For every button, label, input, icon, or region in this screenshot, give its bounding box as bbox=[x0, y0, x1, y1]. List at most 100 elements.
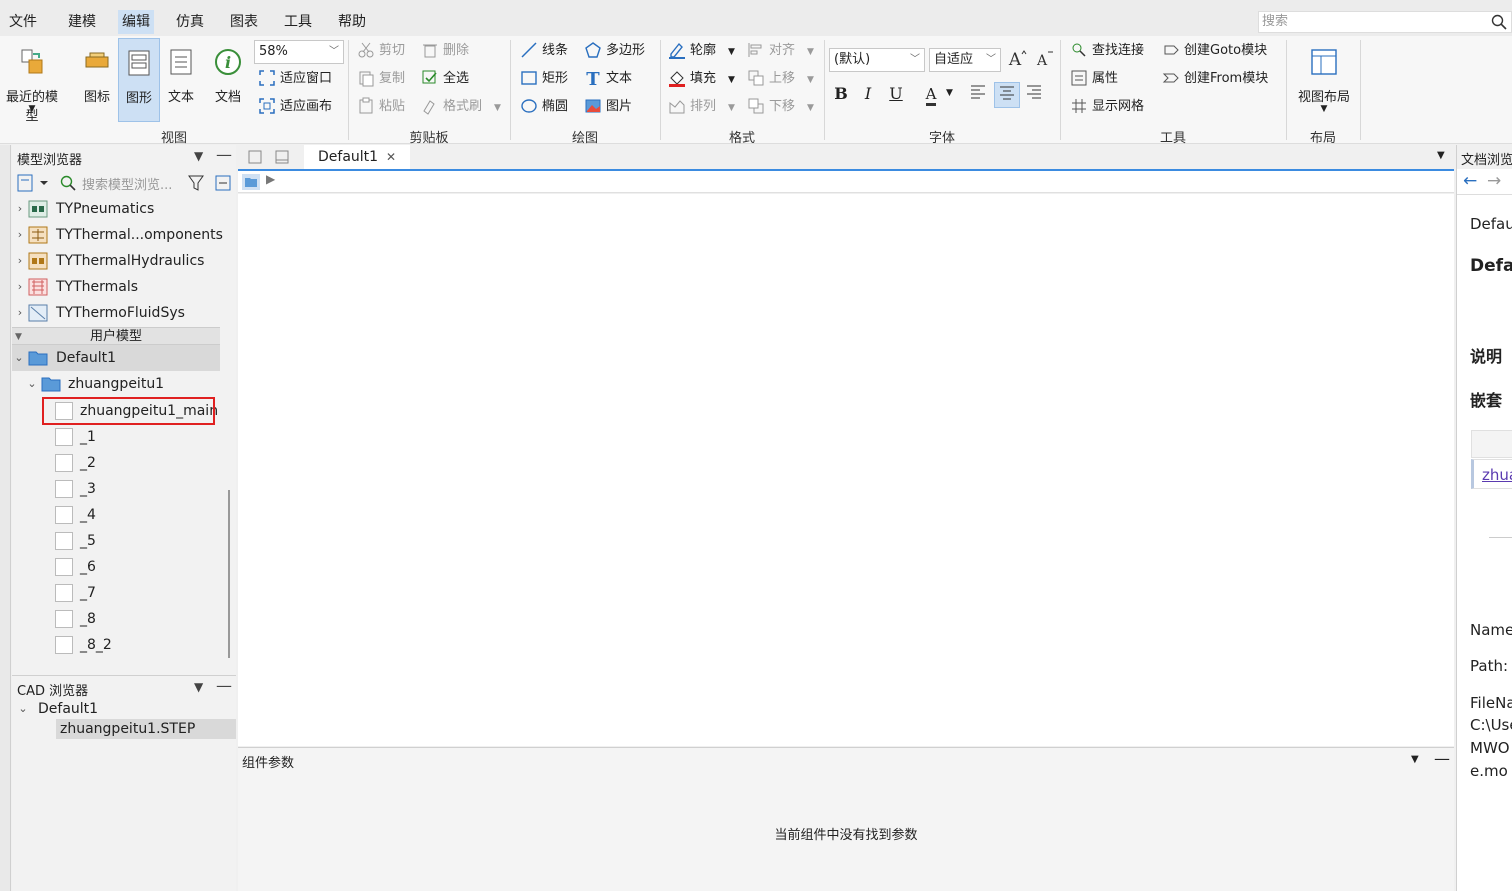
menu-edit[interactable]: 编辑 bbox=[118, 10, 154, 34]
icon-view-button[interactable]: 图标 bbox=[77, 38, 117, 118]
tree-library-row[interactable]: › TYThermal...omponents bbox=[12, 222, 223, 248]
expanded-chevron-icon[interactable]: ⌄ bbox=[13, 345, 25, 371]
model-search-input[interactable]: 搜索模型浏览... bbox=[58, 173, 182, 193]
menu-charts[interactable]: 图表 bbox=[226, 10, 262, 34]
tree-library-row[interactable]: › TYThermalHydraulics bbox=[12, 248, 220, 274]
expand-chevron-icon[interactable]: › bbox=[14, 222, 26, 248]
expand-chevron-icon[interactable]: › bbox=[14, 274, 26, 300]
align-right-button[interactable] bbox=[1022, 82, 1046, 106]
chevron-down-icon[interactable]: ▼ bbox=[946, 88, 953, 98]
forward-arrow-icon[interactable]: → bbox=[1487, 171, 1501, 191]
copy-button[interactable]: 复制 bbox=[357, 68, 405, 90]
minimize-icon[interactable]: — bbox=[216, 676, 232, 695]
cad-file-row[interactable]: zhuangpeitu1.STEP bbox=[56, 719, 236, 739]
menu-simulation[interactable]: 仿真 bbox=[172, 10, 208, 34]
cut-button[interactable]: 剪切 bbox=[357, 40, 405, 62]
align-button[interactable]: 对齐 ▼ bbox=[747, 40, 814, 62]
left-dock-strip[interactable] bbox=[0, 145, 11, 891]
expand-chevron-icon[interactable]: › bbox=[14, 248, 26, 274]
minimize-icon[interactable]: — bbox=[216, 145, 232, 164]
model-browser-scrollbar[interactable] bbox=[228, 490, 230, 658]
tree-library-row[interactable]: › TYThermoFluidSys bbox=[12, 300, 220, 326]
dropdown-icon[interactable]: ▼ bbox=[194, 680, 203, 694]
arrange-button[interactable]: 排列 ▼ bbox=[668, 96, 735, 118]
text-view-button[interactable]: 文本 bbox=[161, 38, 201, 118]
create-goto-button[interactable]: 创建Goto模块 bbox=[1162, 40, 1267, 62]
collapse-all-icon[interactable] bbox=[215, 174, 231, 192]
bold-button[interactable]: B bbox=[829, 82, 853, 106]
zoom-select[interactable]: 58% ﹀ bbox=[254, 40, 344, 64]
properties-button[interactable]: 属性 bbox=[1070, 68, 1118, 90]
image-tool-button[interactable]: 图片 bbox=[584, 96, 632, 118]
close-icon[interactable]: ✕ bbox=[386, 145, 396, 169]
tree-child-zhuangpeitu1[interactable]: ⌄ zhuangpeitu1 bbox=[12, 371, 220, 397]
view-layout-button[interactable]: 视图布局 ▼ bbox=[1292, 38, 1356, 118]
text-tool-button[interactable]: T 文本 bbox=[584, 68, 632, 90]
fit-canvas-button[interactable]: 适应画布 bbox=[258, 96, 332, 118]
recent-models-button[interactable]: 最近的模型 ▼ bbox=[0, 38, 64, 124]
polygon-tool-button[interactable]: 多边形 bbox=[584, 40, 645, 62]
cad-root-row[interactable]: ⌄ Default1 bbox=[12, 699, 220, 719]
align-left-button[interactable] bbox=[966, 82, 990, 106]
move-down-button[interactable]: 下移 ▼ bbox=[747, 96, 814, 118]
model-item[interactable]: _7 bbox=[12, 580, 220, 606]
font-grow-button[interactable]: A bbox=[1005, 48, 1029, 72]
menu-file[interactable]: 文件 bbox=[5, 10, 41, 34]
fit-window-button[interactable]: 适应窗口 bbox=[258, 68, 332, 90]
paste-button[interactable]: 粘贴 bbox=[357, 96, 405, 118]
outline-button[interactable]: 轮廓 ▼ bbox=[668, 40, 735, 62]
model-item[interactable]: _2 bbox=[12, 450, 220, 476]
create-from-button[interactable]: 创建From模块 bbox=[1162, 68, 1268, 90]
tree-root-default1[interactable]: ⌄ Default1 bbox=[12, 345, 220, 371]
fill-button[interactable]: 填充 ▼ bbox=[668, 68, 735, 90]
search-icon[interactable] bbox=[1491, 14, 1507, 30]
doc-nested-link[interactable]: zhua bbox=[1482, 466, 1512, 484]
line-tool-button[interactable]: 线条 bbox=[520, 40, 568, 62]
tree-library-row[interactable]: › TYThermals bbox=[12, 274, 220, 300]
expanded-chevron-icon[interactable]: ⌄ bbox=[26, 371, 38, 397]
model-item[interactable]: _4 bbox=[12, 502, 220, 528]
expanded-chevron-icon[interactable]: ⌄ bbox=[17, 699, 29, 719]
expand-chevron-icon[interactable]: › bbox=[14, 300, 26, 326]
font-size-select[interactable]: 自适应 ﹀ bbox=[929, 48, 1001, 72]
search-input[interactable]: 搜索 bbox=[1258, 11, 1512, 33]
delete-button[interactable]: 删除 bbox=[421, 40, 469, 62]
align-center-button[interactable] bbox=[994, 82, 1020, 108]
select-all-button[interactable]: 全选 bbox=[421, 68, 469, 90]
filter-icon[interactable] bbox=[188, 174, 204, 192]
expand-chevron-icon[interactable]: › bbox=[14, 196, 26, 222]
menu-tools[interactable]: 工具 bbox=[280, 10, 316, 34]
tab-overflow-icon[interactable]: ▼ bbox=[1437, 150, 1445, 161]
minimize-icon[interactable]: — bbox=[1434, 749, 1450, 768]
tab-default1[interactable]: Default1 ✕ bbox=[304, 145, 410, 169]
new-window-icon[interactable] bbox=[247, 149, 263, 165]
rect-tool-button[interactable]: 矩形 bbox=[520, 68, 568, 90]
model-item[interactable]: _1 bbox=[12, 424, 220, 450]
doc-view-button[interactable]: i 文档 bbox=[207, 38, 249, 118]
ellipse-tool-button[interactable]: 椭圆 bbox=[520, 96, 568, 118]
restore-window-icon[interactable] bbox=[274, 149, 290, 165]
move-up-button[interactable]: 上移 ▼ bbox=[747, 68, 814, 90]
tree-view-toggle[interactable] bbox=[16, 173, 50, 193]
menu-modeling[interactable]: 建模 bbox=[64, 10, 100, 34]
diagram-canvas[interactable] bbox=[238, 194, 1454, 746]
breadcrumb-arrow-icon[interactable]: ▶ bbox=[266, 172, 275, 186]
font-color-button[interactable]: A bbox=[920, 82, 942, 106]
underline-button[interactable]: U bbox=[884, 82, 908, 106]
find-connection-button[interactable]: 查找连接 bbox=[1070, 40, 1144, 62]
menu-help[interactable]: 帮助 bbox=[334, 10, 370, 34]
model-item[interactable]: _3 bbox=[12, 476, 220, 502]
tree-library-row[interactable]: › TYPneumatics bbox=[12, 196, 220, 222]
format-painter-button[interactable]: 格式刷 ▼ bbox=[421, 96, 501, 118]
back-arrow-icon[interactable]: ← bbox=[1463, 171, 1477, 191]
model-item[interactable]: _6 bbox=[12, 554, 220, 580]
user-models-section-header[interactable]: ▼ 用户模型 bbox=[12, 327, 220, 345]
show-grid-button[interactable]: 显示网格 bbox=[1070, 96, 1144, 118]
graphic-view-button[interactable]: 图形 bbox=[118, 38, 160, 122]
dropdown-icon[interactable]: ▼ bbox=[194, 149, 203, 163]
font-family-select[interactable]: (默认) ﹀ bbox=[829, 48, 925, 72]
folder-icon[interactable] bbox=[242, 174, 260, 190]
italic-button[interactable]: I bbox=[856, 82, 880, 106]
model-item[interactable]: _8_2 bbox=[12, 632, 220, 658]
model-item[interactable]: _8 bbox=[12, 606, 220, 632]
